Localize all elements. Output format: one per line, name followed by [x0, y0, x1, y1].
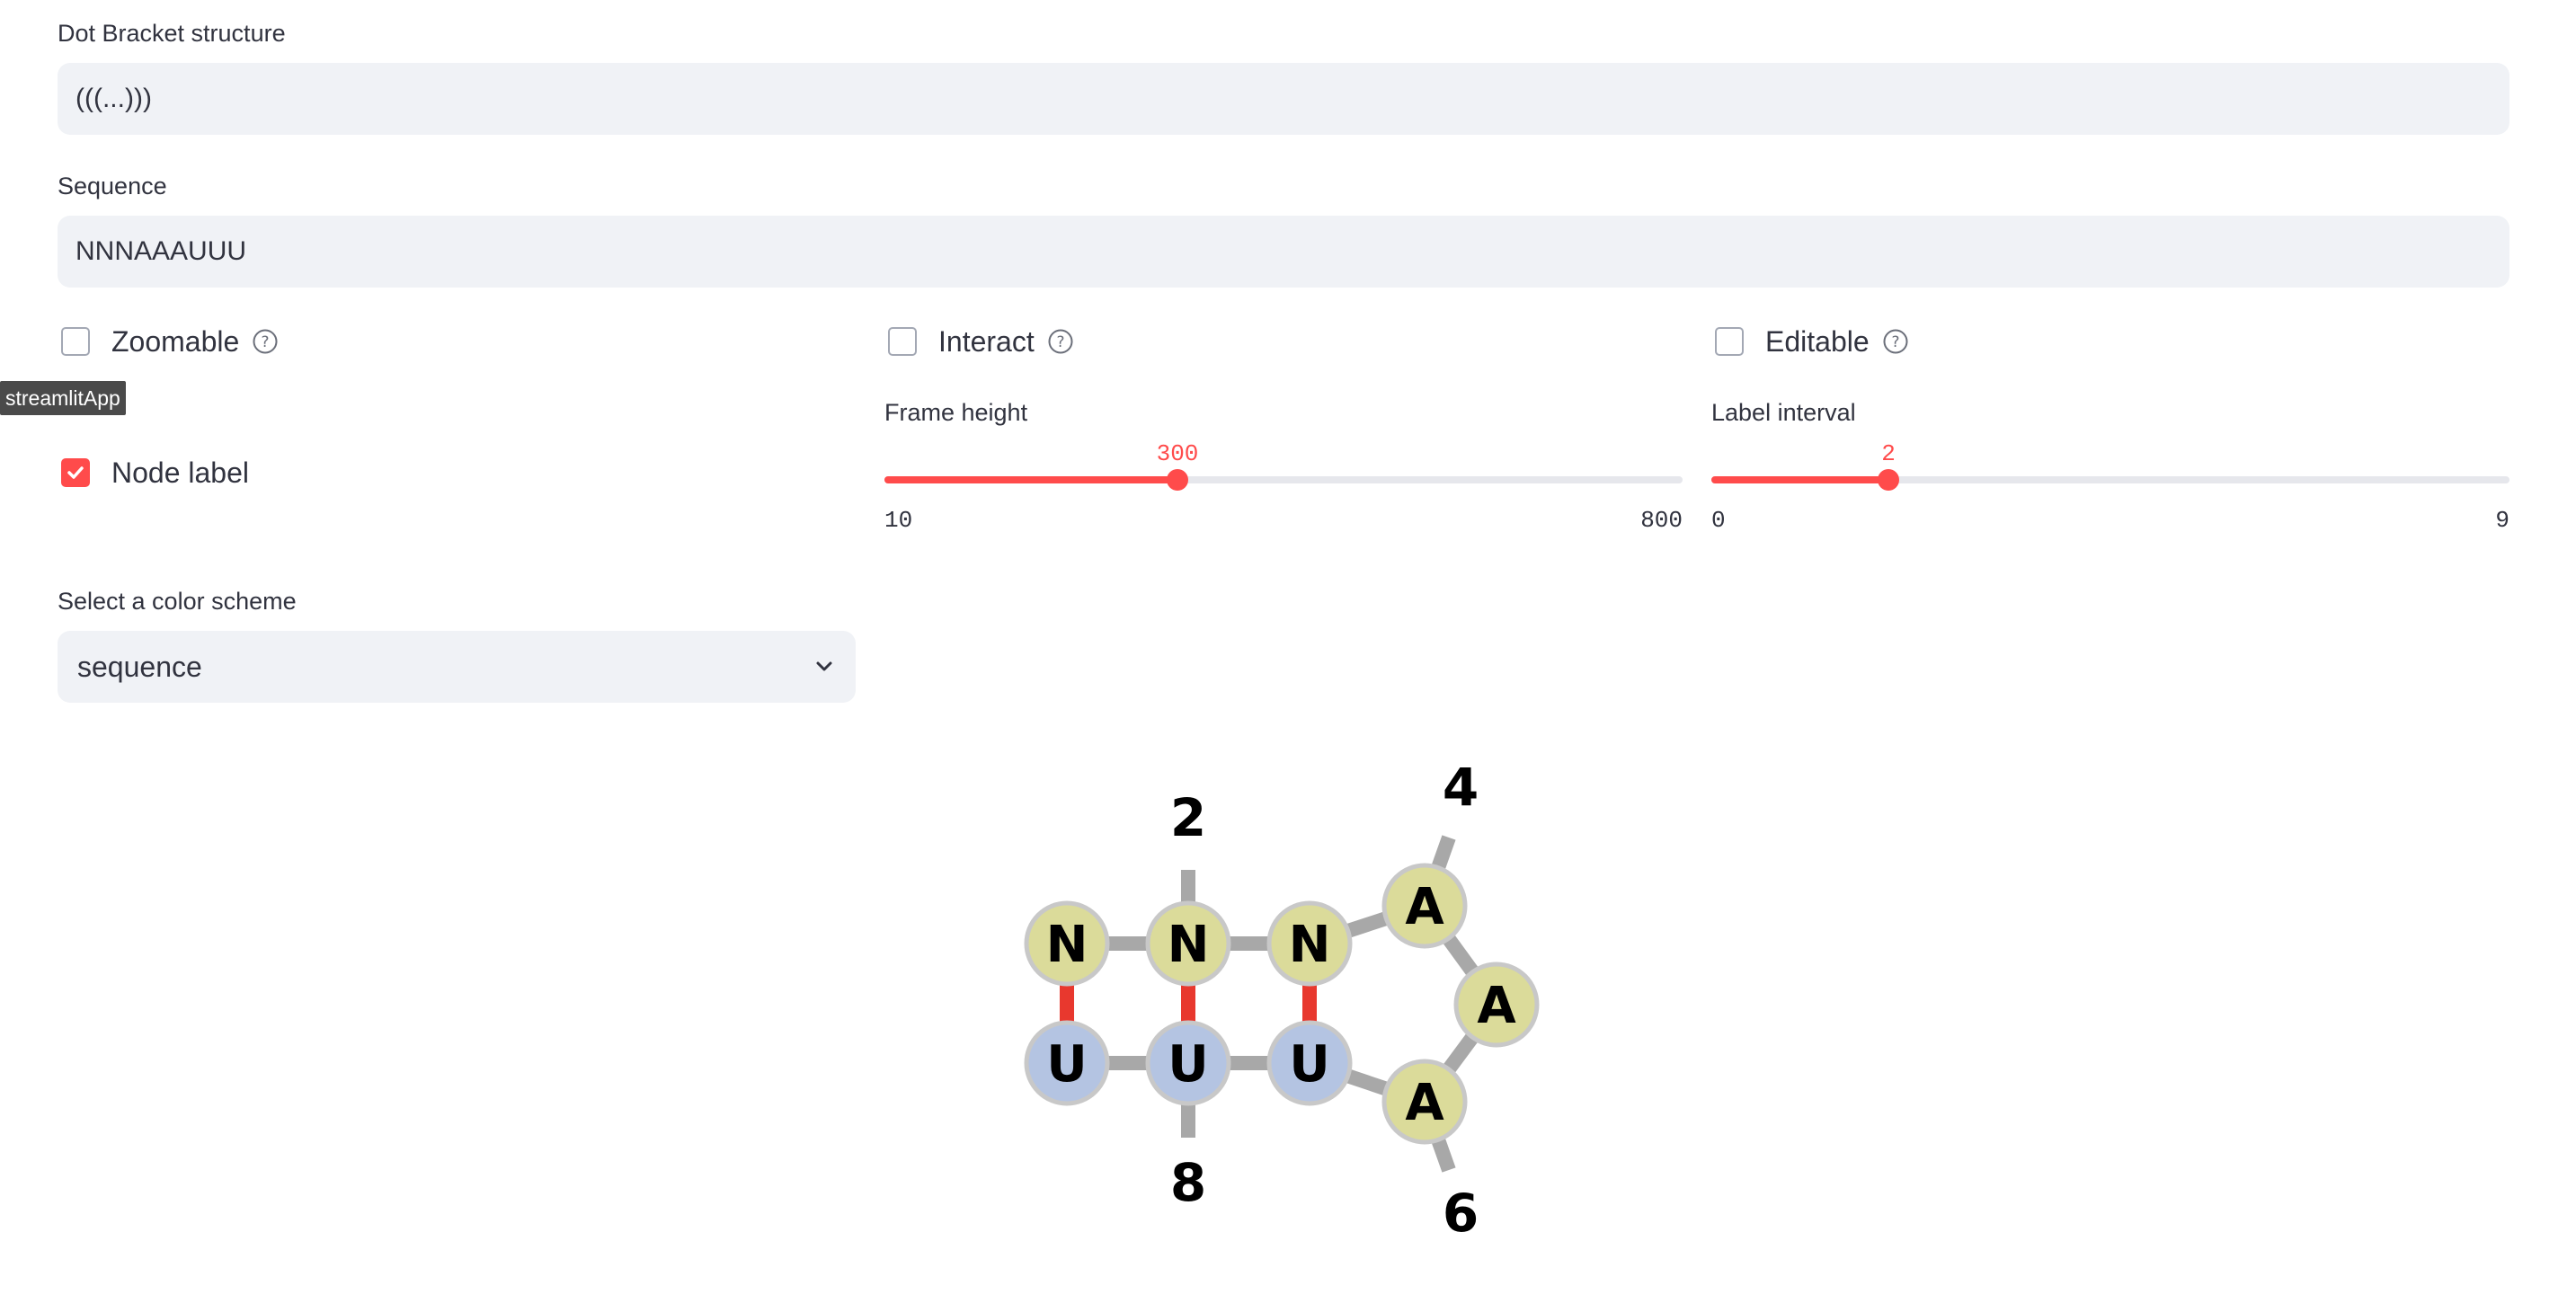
node-letter: U [1289, 1035, 1329, 1094]
number-label: 6 [1443, 1183, 1479, 1244]
node-letter: N [1289, 916, 1331, 974]
rna-structure-diagram: N N NAAAUUU 2 468 [1024, 757, 1540, 1244]
node-letter: U [1046, 1035, 1087, 1094]
number-labels: 2 4 6 8 [1170, 757, 1479, 1244]
number-label: 8 [1170, 1152, 1206, 1213]
node-letter: A [1477, 977, 1516, 1035]
rna-nodes: N N NAAAUUU [1024, 863, 1540, 1145]
node-letter: A [1405, 1074, 1444, 1132]
node-letter: N [1168, 916, 1210, 974]
number-label: 2 [1170, 787, 1206, 848]
node-letter: U [1168, 1035, 1208, 1094]
node-letter: A [1405, 878, 1444, 936]
number-label: 4 [1443, 757, 1479, 818]
node-letter: N [1046, 916, 1088, 974]
